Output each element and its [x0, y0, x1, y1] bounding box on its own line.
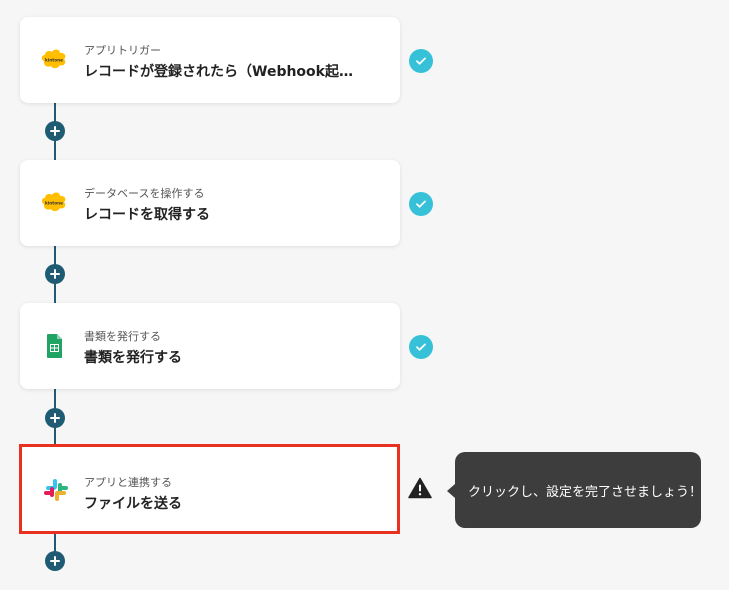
- step-sub-label: 書類を発行する: [84, 330, 161, 343]
- slack-icon: [44, 479, 68, 501]
- add-step-button[interactable]: [45, 121, 65, 141]
- add-step-button[interactable]: [45, 408, 65, 428]
- warning-icon: [408, 477, 432, 499]
- check-icon: [409, 335, 433, 359]
- flow-step-card-send-file[interactable]: アプリと連携する ファイルを送る: [19, 444, 400, 534]
- step-sub-label: データベースを操作する: [84, 187, 205, 200]
- kintone-logo-text: kintone: [45, 58, 63, 63]
- check-icon: [409, 192, 433, 216]
- kintone-icon: kintone: [41, 49, 66, 69]
- step-title: ファイルを送る: [84, 496, 182, 512]
- setup-hint-tooltip: クリックし、設定を完了させましょう！: [447, 452, 703, 528]
- plus-icon: [50, 126, 60, 136]
- kintone-logo-text: kintone: [45, 201, 63, 206]
- plus-icon: [50, 556, 60, 566]
- check-icon: [409, 49, 433, 73]
- flow-step-card-issue-document[interactable]: 書類を発行する 書類を発行する: [20, 303, 400, 389]
- plus-icon: [50, 413, 60, 423]
- add-step-button[interactable]: [45, 264, 65, 284]
- add-step-button[interactable]: [45, 551, 65, 571]
- kintone-icon: kintone: [41, 192, 66, 212]
- step-sub-label: アプリと連携する: [84, 476, 172, 489]
- step-title: 書類を発行する: [84, 350, 182, 366]
- flow-step-card-get-record[interactable]: kintone データベースを操作する レコードを取得する: [20, 160, 400, 246]
- google-sheets-icon: [47, 334, 62, 358]
- flow-step-card-trigger[interactable]: kintone アプリトリガー レコードが登録されたら（Webhook起…: [20, 17, 400, 103]
- step-sub-label: アプリトリガー: [84, 44, 161, 57]
- step-title: レコードを取得する: [84, 207, 210, 223]
- tooltip-text: クリックし、設定を完了させましょう！: [468, 484, 703, 500]
- step-title: レコードが登録されたら（Webhook起…: [84, 64, 353, 80]
- plus-icon: [50, 269, 60, 279]
- flow-connector: [54, 534, 56, 552]
